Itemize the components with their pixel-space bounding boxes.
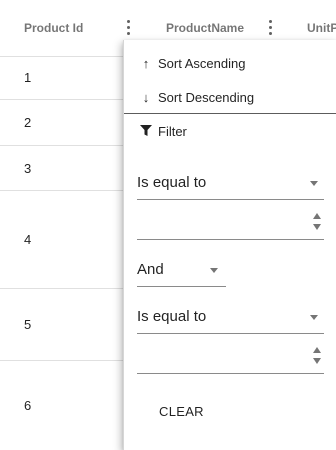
menu-divider: [124, 113, 336, 114]
dropdown-arrow-icon: [310, 181, 318, 186]
clear-filter-button[interactable]: CLEAR: [159, 404, 204, 419]
filter-menu-item[interactable]: Filter: [140, 119, 187, 143]
spinner-icon[interactable]: [312, 347, 322, 367]
cell-product-id: 3: [24, 160, 32, 176]
filter-operator-select-1[interactable]: Is equal to: [137, 164, 324, 200]
cell-product-id: 6: [24, 398, 32, 413]
filter-funnel-icon: [140, 124, 152, 139]
filter-value-input-1[interactable]: [137, 208, 324, 240]
sort-descending-menu-item[interactable]: ↓ Sort Descending: [140, 85, 254, 109]
cell-product-id: 2: [24, 115, 32, 130]
arrow-up-icon: ↑: [142, 55, 150, 71]
dropdown-arrow-icon: [310, 315, 318, 320]
dropdown-arrow-icon: [210, 268, 218, 273]
filter-operator-select-2[interactable]: Is equal to: [137, 299, 324, 334]
arrow-down-icon: ↓: [142, 89, 150, 105]
sort-ascending-menu-item[interactable]: ↑ Sort Ascending: [140, 51, 246, 75]
column-menu-popup: ↑ Sort Ascending ↓ Sort Descending Filte…: [123, 40, 336, 450]
spinner-icon[interactable]: [312, 213, 322, 233]
cell-product-id: 5: [24, 317, 32, 332]
column-menu-icon[interactable]: [269, 20, 273, 36]
column-header-product-id[interactable]: Product Id: [24, 0, 83, 56]
cell-product-id: 4: [24, 232, 32, 247]
cell-product-id: 1: [24, 70, 32, 85]
filter-logic-select[interactable]: And: [137, 252, 226, 287]
filter-value-input-2[interactable]: [137, 342, 324, 374]
column-menu-icon[interactable]: [127, 20, 131, 36]
